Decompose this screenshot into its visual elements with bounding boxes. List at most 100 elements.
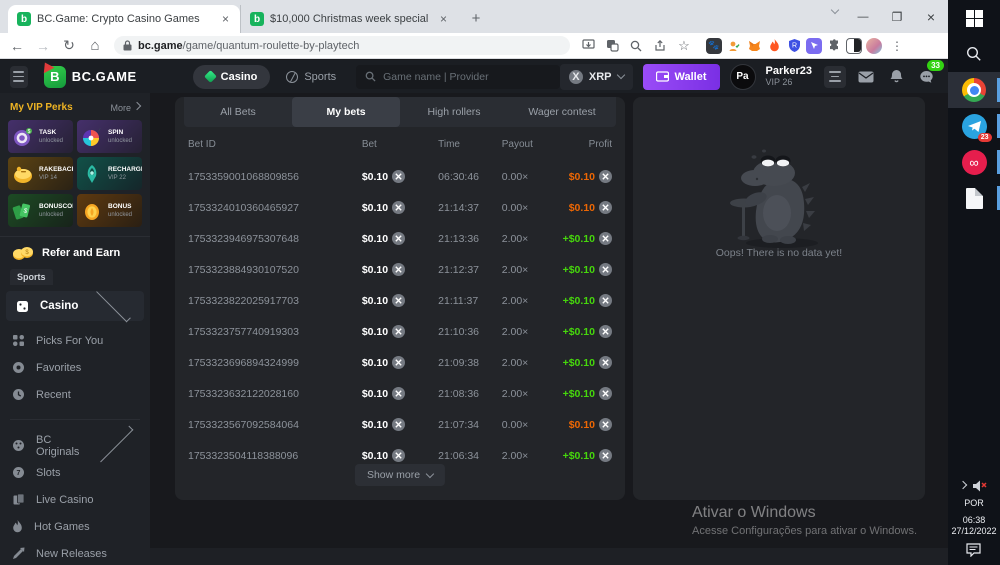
game-search-input[interactable]: Game name | Provider bbox=[356, 65, 560, 89]
sidebar-item-favorites[interactable]: Favorites bbox=[0, 354, 150, 381]
extension-flame-icon[interactable] bbox=[766, 38, 782, 54]
action-center-icon[interactable] bbox=[966, 543, 981, 557]
header-right-cluster: X XRP Wallet Pa Parker23 VIP 26 33 bbox=[560, 64, 936, 90]
taskbar-adobe-button[interactable]: ∞ bbox=[948, 144, 1000, 180]
taskbar-chrome-button[interactable] bbox=[948, 72, 1000, 108]
column-bet: Bet bbox=[362, 139, 438, 150]
xrp-coin-icon bbox=[392, 232, 405, 245]
share-icon[interactable] bbox=[650, 38, 670, 54]
home-icon[interactable]: ⌂ bbox=[84, 37, 106, 54]
tab-all-bets[interactable]: All Bets bbox=[184, 97, 292, 127]
sidebar-item-picks-for-you[interactable]: Picks For You bbox=[0, 327, 150, 354]
tab-search-chevron-icon[interactable] bbox=[831, 6, 839, 14]
taskbar-telegram-button[interactable]: 23 bbox=[948, 108, 1000, 144]
extensions-puzzle-icon[interactable] bbox=[826, 38, 842, 54]
tab-close-icon[interactable]: × bbox=[438, 12, 449, 26]
translate-icon[interactable] bbox=[602, 38, 622, 54]
show-hidden-icons-chevron[interactable] bbox=[959, 480, 967, 488]
search-placeholder: Game name | Provider bbox=[383, 71, 488, 83]
vip-card-spin[interactable]: SPINunlocked bbox=[77, 120, 142, 153]
bookmark-star-icon[interactable]: ☆ bbox=[674, 38, 694, 54]
sidebar-item-live-casino[interactable]: Live Casino bbox=[0, 486, 150, 513]
chat-icon[interactable]: 33 bbox=[916, 67, 936, 87]
extension-contrast-icon[interactable] bbox=[846, 38, 862, 54]
bcgame-logo[interactable]: B BC.GAME bbox=[44, 66, 137, 88]
browser-tab-active[interactable]: b BC.Game: Crypto Casino Games × bbox=[8, 5, 240, 33]
tab-my-bets[interactable]: My bets bbox=[292, 97, 400, 127]
vip-card-recharge[interactable]: RECHARGEVIP 22 bbox=[77, 157, 142, 190]
address-bar[interactable]: bc.game/game/quantum-roulette-by-playtec… bbox=[114, 36, 570, 55]
sidebar-item-bc-originals[interactable]: BC Originals bbox=[0, 432, 150, 459]
new-tab-button[interactable]: + bbox=[464, 6, 488, 30]
bet-id[interactable]: 1753323884930107520 bbox=[188, 264, 362, 276]
taskbar-search-button[interactable] bbox=[948, 36, 1000, 72]
task-target-icon: $ bbox=[11, 125, 35, 149]
extension-cursor-icon[interactable] bbox=[806, 38, 822, 54]
back-icon[interactable]: ← bbox=[6, 38, 28, 54]
volume-muted-icon[interactable] bbox=[973, 480, 987, 492]
vip-card-rakeback[interactable]: RAKEBACKVIP 14 bbox=[8, 157, 73, 190]
zoom-icon[interactable] bbox=[626, 38, 646, 54]
user-avatar[interactable]: Pa bbox=[730, 64, 756, 90]
extension-metamask-icon[interactable] bbox=[746, 38, 762, 54]
bet-slip-icon[interactable] bbox=[824, 66, 846, 88]
bet-id[interactable]: 1753323504118388096 bbox=[188, 450, 362, 462]
show-more-label: Show more bbox=[367, 469, 420, 481]
reload-icon[interactable]: ↻ bbox=[58, 37, 80, 54]
tab-high-rollers[interactable]: High rollers bbox=[400, 97, 508, 127]
vip-card-sub: unlocked bbox=[39, 137, 63, 145]
browser-tab-inactive[interactable]: b $10,000 Christmas week special × bbox=[240, 5, 458, 33]
bet-id[interactable]: 1753323696894324999 bbox=[188, 357, 362, 369]
bet-id[interactable]: 1753324010360465927 bbox=[188, 202, 362, 214]
refer-and-earn[interactable]: $ Refer and Earn bbox=[0, 236, 150, 267]
currency-selector[interactable]: X XRP bbox=[560, 64, 633, 90]
bet-time: 21:11:37 bbox=[438, 295, 502, 307]
bet-id[interactable]: 1753323632122028160 bbox=[188, 388, 362, 400]
extension-wallet-icon[interactable]: 🐾 bbox=[706, 38, 722, 54]
tab-wager-contest[interactable]: Wager contest bbox=[508, 97, 616, 127]
user-info[interactable]: Parker23 VIP 26 bbox=[766, 65, 813, 88]
hamburger-menu-icon[interactable] bbox=[10, 66, 28, 88]
install-icon[interactable] bbox=[578, 38, 598, 54]
start-button[interactable] bbox=[948, 0, 1000, 36]
wallet-button[interactable]: Wallet bbox=[643, 64, 720, 90]
sidebar-item-slots[interactable]: 7 Slots bbox=[0, 459, 150, 486]
nav-sports-button[interactable]: Sports bbox=[286, 71, 336, 83]
inbox-icon[interactable] bbox=[856, 67, 876, 87]
maximize-button[interactable]: ❐ bbox=[880, 0, 914, 33]
extension-shield-icon[interactable]: R bbox=[786, 38, 802, 54]
vip-card-bonuscode[interactable]: $ BONUSCODEunlocked bbox=[8, 194, 73, 227]
sidebar-item-label: Live Casino bbox=[36, 494, 138, 506]
sidebar-item-recent[interactable]: Recent bbox=[0, 381, 150, 408]
recharge-rocket-icon bbox=[80, 162, 104, 186]
bet-id[interactable]: 1753323822025917703 bbox=[188, 295, 362, 307]
vip-perks-more-link[interactable]: More bbox=[110, 103, 140, 113]
forward-icon[interactable]: → bbox=[32, 38, 54, 54]
extension-person-icon[interactable] bbox=[726, 38, 742, 54]
sidebar-item-hot-games[interactable]: Hot Games bbox=[0, 513, 150, 540]
bet-id[interactable]: 1753359001068809856 bbox=[188, 171, 362, 183]
vip-card-bonus[interactable]: BONUSunlocked bbox=[77, 194, 142, 227]
tab-close-icon[interactable]: × bbox=[220, 12, 231, 26]
bet-profit-value: $0.10 bbox=[569, 419, 595, 431]
sidebar-casino-toggle[interactable]: Casino bbox=[6, 291, 144, 321]
bet-id[interactable]: 1753323757740919303 bbox=[188, 326, 362, 338]
notifications-bell-icon[interactable] bbox=[886, 67, 906, 87]
bet-id[interactable]: 1753323946975307648 bbox=[188, 233, 362, 245]
bet-time: 21:08:36 bbox=[438, 388, 502, 400]
sidebar-item-new-releases[interactable]: New Releases bbox=[0, 540, 150, 565]
taskbar-notepad-button[interactable] bbox=[948, 180, 1000, 216]
minimize-button[interactable]: — bbox=[846, 0, 880, 33]
profile-avatar[interactable] bbox=[866, 38, 882, 54]
vip-card-name: RAKEBACK bbox=[39, 166, 73, 174]
vip-card-task[interactable]: $ TASKunlocked bbox=[8, 120, 73, 153]
bet-amount: $0.10 bbox=[362, 263, 438, 276]
sidebar-sports-tab[interactable]: Sports bbox=[10, 269, 53, 285]
nav-casino-button[interactable]: Casino bbox=[193, 65, 271, 89]
taskbar-clock[interactable]: 06:38 27/12/2022 bbox=[951, 515, 996, 537]
browser-menu-icon[interactable]: ⋮ bbox=[886, 39, 908, 53]
bet-id[interactable]: 1753323567092584064 bbox=[188, 419, 362, 431]
show-more-button[interactable]: Show more bbox=[355, 464, 445, 486]
close-button[interactable]: × bbox=[914, 0, 948, 33]
language-indicator[interactable]: POR bbox=[964, 498, 984, 509]
